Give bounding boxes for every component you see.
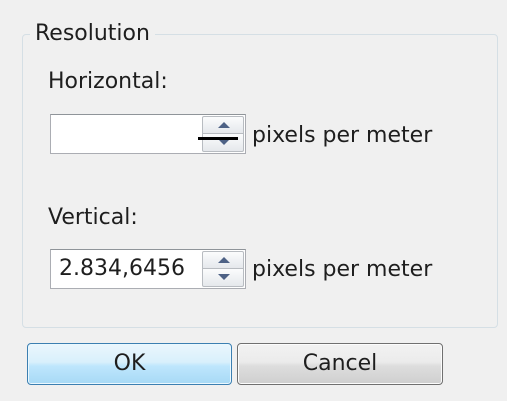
horizontal-spin-buttons: [202, 116, 244, 152]
vertical-spin-buttons: [202, 251, 244, 287]
horizontal-spinbox[interactable]: [50, 114, 246, 154]
vertical-label: Vertical:: [48, 205, 138, 230]
vertical-spinbox[interactable]: 2.834,6456: [50, 249, 246, 289]
vertical-value-input[interactable]: 2.834,6456: [59, 256, 185, 282]
spin-down-arrow-icon: [218, 274, 230, 280]
vertical-spin-down-button[interactable]: [202, 269, 244, 287]
horizontal-spin-up-button[interactable]: [202, 116, 244, 134]
cancel-button[interactable]: Cancel: [237, 343, 443, 385]
spin-up-arrow-icon: [218, 257, 230, 263]
vertical-units-label: pixels per meter: [252, 257, 433, 282]
text-cursor-icon: [198, 137, 238, 140]
horizontal-label: Horizontal:: [48, 69, 168, 94]
spin-up-arrow-icon: [218, 122, 230, 128]
ok-button[interactable]: OK: [27, 343, 232, 385]
vertical-spin-up-button[interactable]: [202, 251, 244, 269]
horizontal-units-label: pixels per meter: [252, 123, 433, 148]
resolution-group-title: Resolution: [30, 20, 155, 48]
